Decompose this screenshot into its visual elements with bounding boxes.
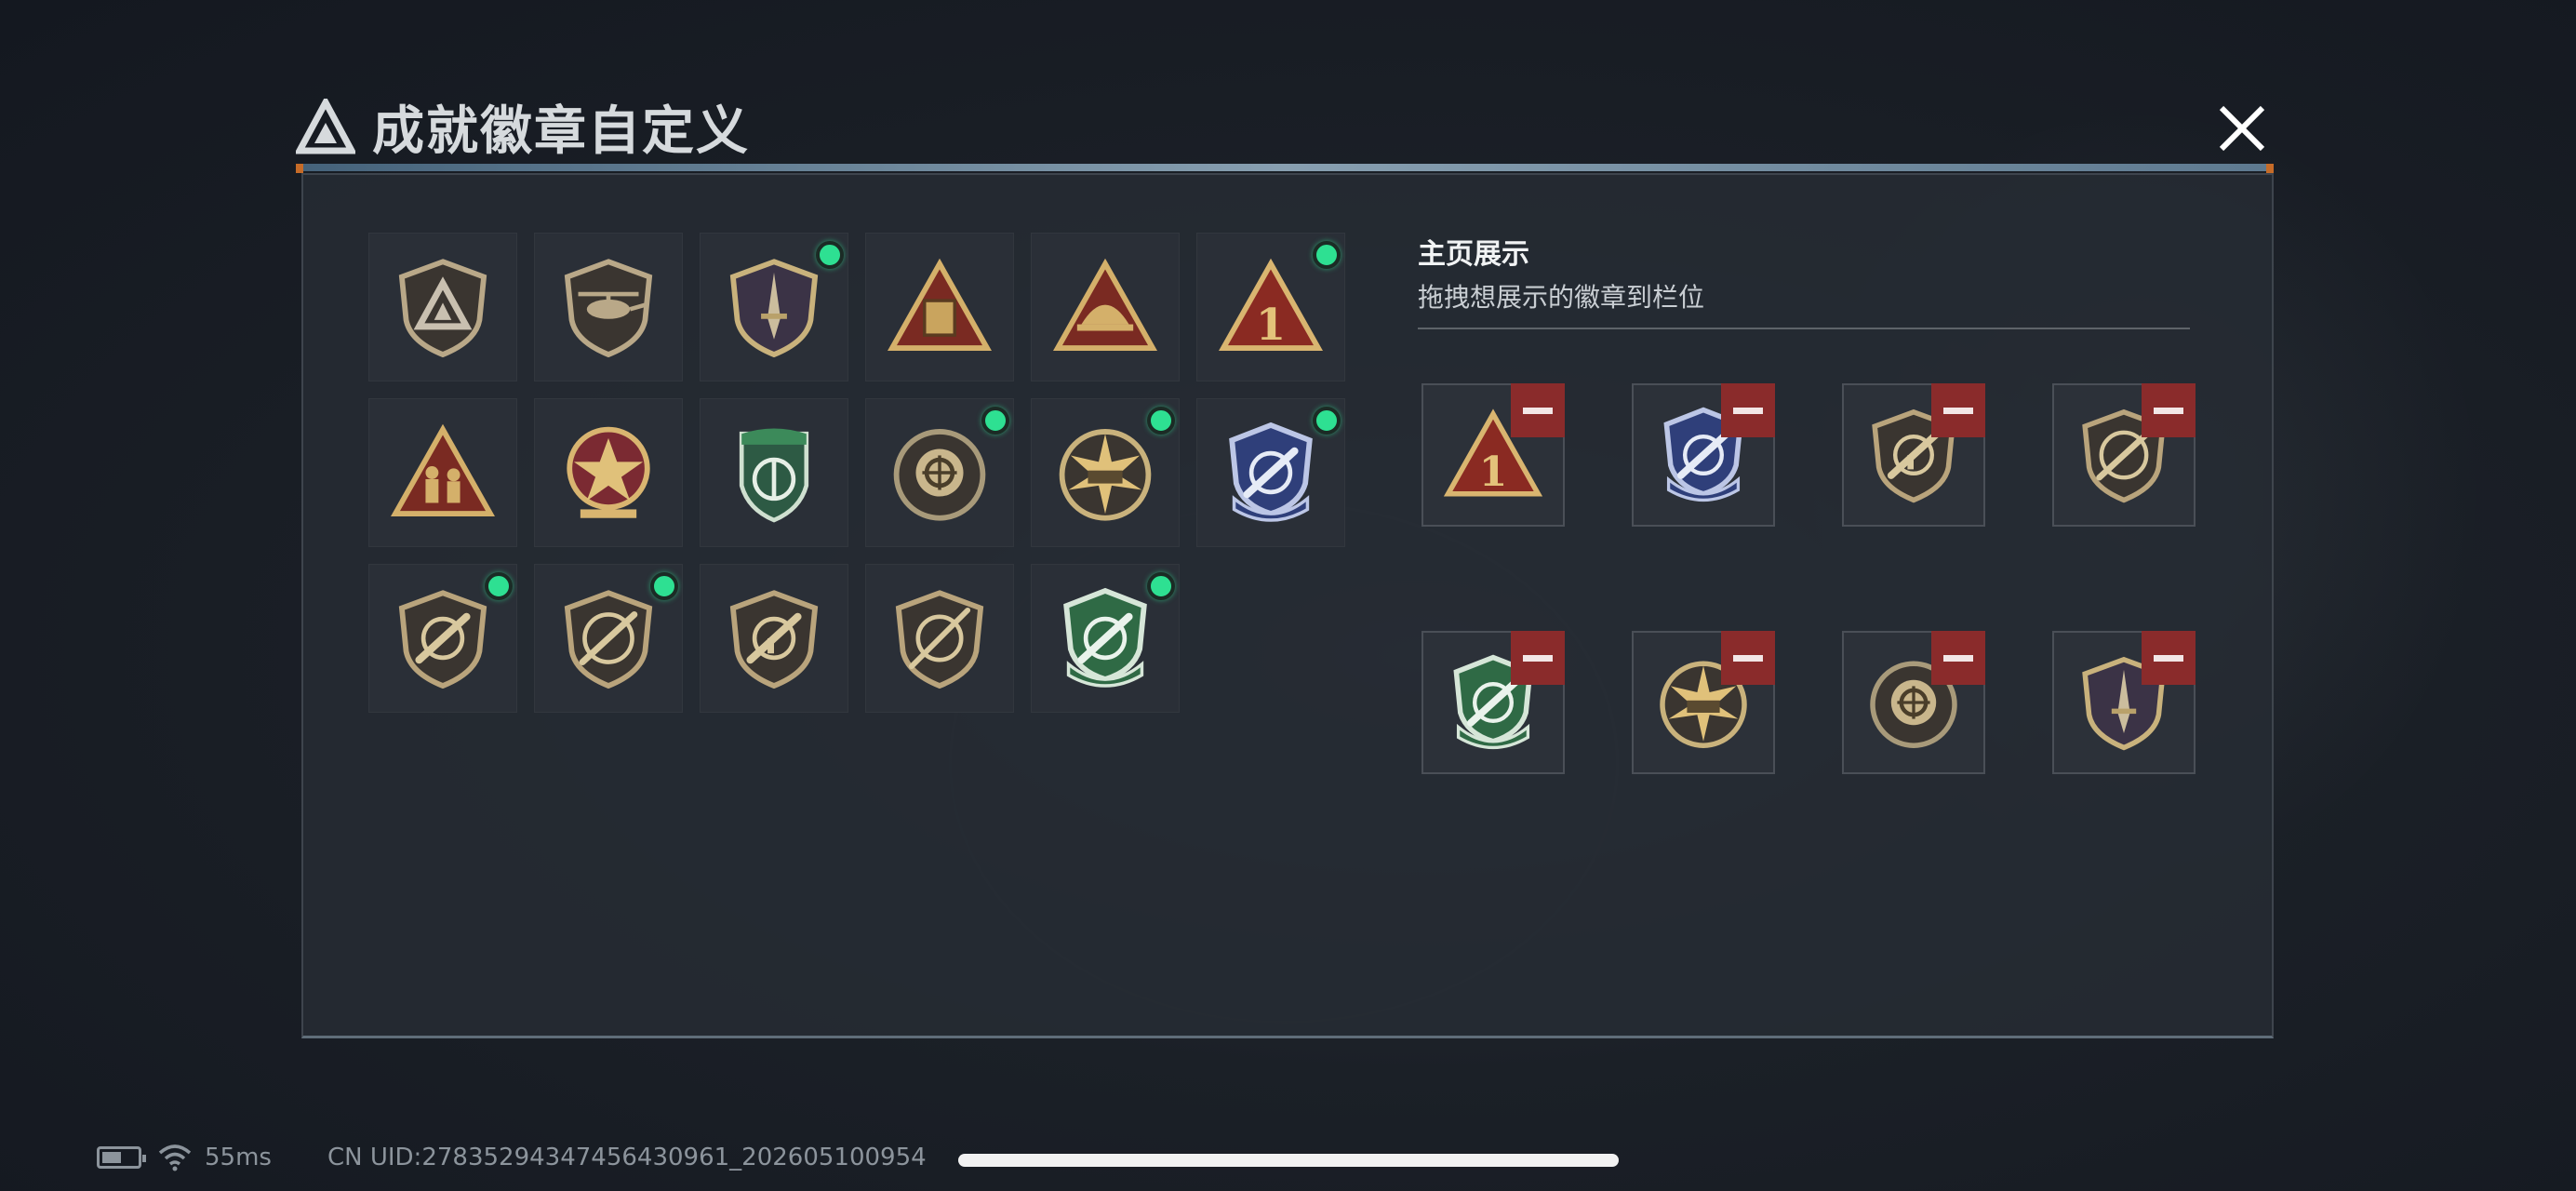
remove-badge-button[interactable] [1511,383,1565,437]
showcase-slot[interactable] [1842,383,1985,527]
badge-label: 1 [1479,448,1508,496]
remove-badge-button[interactable] [1931,631,1985,685]
ping-text: 55ms [205,1144,272,1171]
badge-cell[interactable]: 1 [1196,233,1345,381]
dialog-title: 成就徽章自定义 [372,100,750,162]
badge-cell[interactable] [700,564,848,713]
new-indicator-dot [1313,407,1341,435]
badge-cell[interactable] [368,398,517,547]
blue-rifle-crest-badge-icon [1229,422,1313,522]
minus-icon [1523,654,1553,662]
showcase-slot[interactable] [1842,631,1985,774]
crate-triangle-badge-icon [887,258,993,351]
remove-badge-button[interactable] [1721,631,1775,685]
badge-cell[interactable] [1031,564,1180,713]
showcase-slot[interactable] [1632,631,1775,774]
minus-icon [1943,654,1973,662]
showcase-slot[interactable] [1421,631,1565,774]
showcase-slot[interactable] [2052,383,2196,527]
uid-text: CN UID:27835294347456430961_202605100954 [327,1144,927,1171]
dialog-header: 成就徽章自定义 [296,89,750,164]
tank-burst-badge-icon [1059,429,1152,521]
rifle-shield-badge-icon [398,590,487,689]
triangle-logo-icon [296,99,355,154]
badge-cell[interactable] [534,398,683,547]
new-indicator-dot [1147,407,1175,435]
minus-icon [2154,407,2183,414]
green-rifle-crest-badge-icon [1063,587,1147,688]
header-divider-accent [2266,164,2274,173]
remove-badge-button[interactable] [1721,383,1775,437]
shotgun-shield-badge-icon [564,590,653,689]
badge-cell[interactable] [865,233,1014,381]
new-indicator-dot [816,241,844,269]
new-indicator-dot [650,572,678,600]
showcase-slot[interactable] [1632,383,1775,527]
status-bar: 55ms CN UID:27835294347456430961_2026051… [97,1139,927,1176]
helicopter-shield-badge-icon [564,259,653,358]
badge-cell[interactable] [865,398,1014,547]
remove-badge-button[interactable] [1931,383,1985,437]
wifi-icon [158,1144,192,1171]
badge-collection-grid: 1 [368,233,1345,713]
badge-panel: 1 主页展示 拖拽想展示的徽章到栏位 1 [301,173,2274,1038]
smg-shield-badge-icon [729,590,819,689]
badge-cell[interactable] [865,564,1014,713]
showcase-slot[interactable] [2052,631,2196,774]
crosshair-skull-badge-icon [893,429,986,521]
close-icon [2219,105,2265,152]
new-indicator-dot [1147,572,1175,600]
new-indicator-dot [1313,241,1341,269]
remove-badge-button[interactable] [2142,631,2196,685]
badge-cell[interactable] [1031,233,1180,381]
badge-cell[interactable] [1031,398,1180,547]
minus-icon [1943,407,1973,414]
sniper-shield-badge-icon [895,590,984,689]
remove-badge-button[interactable] [2142,383,2196,437]
badge-label: 1 [1256,299,1286,350]
battery-icon [97,1146,146,1169]
showcase-slot[interactable]: 1 [1421,383,1565,527]
minus-icon [1733,654,1763,662]
close-button[interactable] [2207,93,2277,164]
showcase-slot-grid: 1 [1421,383,2196,774]
soldiers-triangle-badge-icon [390,423,496,516]
badge-cell[interactable] [368,564,517,713]
minus-icon [2154,654,2183,662]
home-indicator[interactable] [958,1154,1619,1167]
minus-icon [1523,407,1553,414]
badge-cell[interactable] [1196,398,1345,547]
new-indicator-dot [485,572,513,600]
header-divider [300,164,2270,171]
badge-cell[interactable] [534,564,683,713]
star-medal-badge-icon [567,426,650,518]
triangle-logo-shield-badge-icon [398,259,487,358]
minus-icon [1733,407,1763,414]
helmet-triangle-badge-icon [1052,258,1158,351]
remove-badge-button[interactable] [1511,631,1565,685]
badge-cell[interactable] [700,233,848,381]
badge-cell[interactable] [368,233,517,381]
header-divider-accent [296,164,303,173]
showcase-divider [1418,328,2190,329]
showcase-subtitle: 拖拽想展示的徽章到栏位 [1418,282,1705,313]
number-one-triangle-badge-icon: 1 [1218,258,1324,351]
dagger-shield-badge-icon [729,259,819,358]
showcase-title: 主页展示 [1418,238,1529,271]
new-indicator-dot [981,407,1009,435]
green-emblem-badge-icon [739,428,809,523]
badge-cell[interactable] [534,233,683,381]
badge-cell[interactable] [700,398,848,547]
